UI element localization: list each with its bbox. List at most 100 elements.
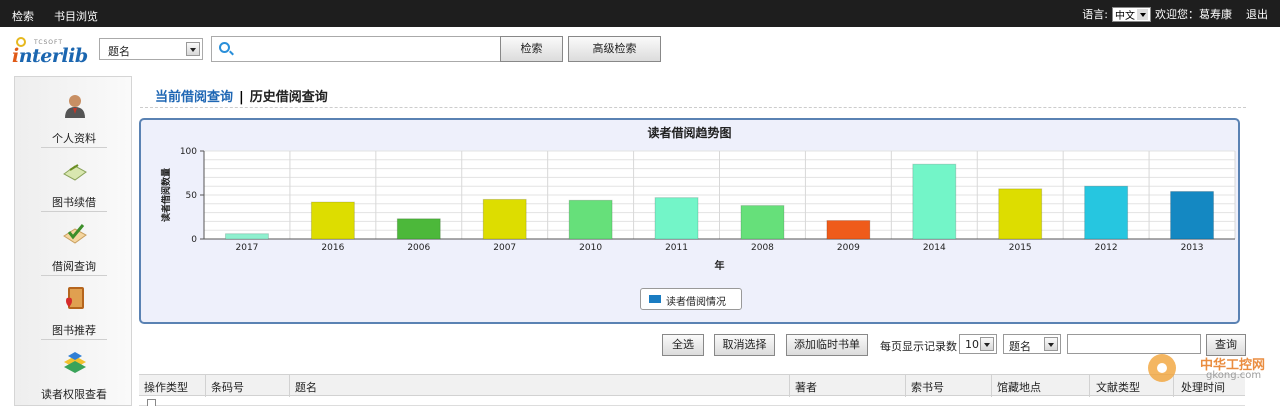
sidebar-item-profile[interactable]: 个人资料 — [15, 83, 133, 147]
filter-field-select[interactable]: 题名 — [1003, 334, 1061, 354]
gear-icon — [1148, 354, 1176, 382]
nav-search-link[interactable]: 检索 — [12, 8, 34, 24]
borrow-table-header: 操作类型 条码号 题名 著者 索书号 馆藏地点 文献类型 处理时间 — [139, 374, 1245, 397]
y-tick-label: 100 — [180, 147, 197, 157]
x-tick-label: 2012 — [1095, 243, 1118, 253]
sidebar-item-label: 个人资料 — [52, 132, 96, 145]
add-temp-list-button[interactable]: 添加临时书单 — [786, 334, 868, 356]
watermark-domain: gkong.com — [1206, 370, 1262, 381]
search-icon — [219, 42, 230, 53]
chart-legend[interactable]: 读者借阅情况 — [640, 288, 742, 310]
column-header-location[interactable]: 馆藏地点 — [997, 379, 1041, 395]
y-tick-label: 50 — [186, 191, 198, 201]
sidebar-item-label: 借阅查询 — [52, 260, 96, 273]
sidebar-item-permissions[interactable]: 读者权限查看 — [15, 339, 133, 403]
tab-separator: | — [239, 90, 244, 105]
bar — [998, 188, 1043, 240]
borrow-tabs: 当前借阅查询 | 历史借阅查询 — [155, 86, 328, 105]
x-tick-label: 2007 — [493, 243, 516, 253]
sidebar-item-recommend[interactable]: 图书推荐 — [15, 275, 133, 339]
divider — [140, 107, 1246, 108]
x-tick-label: 2013 — [1181, 243, 1204, 253]
borrow-trend-chart: 读者借阅趋势图 0 50 100 2017 2016 2006 2007 2010 2011 20… — [139, 118, 1240, 324]
row-checkbox[interactable] — [147, 399, 156, 406]
table-row — [139, 396, 1245, 406]
column-header-doc-type[interactable]: 文献类型 — [1096, 379, 1140, 395]
filter-query-input[interactable] — [1067, 334, 1201, 354]
x-tick-label: 2006 — [407, 243, 430, 253]
gkong-watermark: 中华工控网 gkong.com — [1148, 352, 1272, 386]
bar — [396, 218, 441, 240]
chevron-down-icon — [186, 42, 200, 56]
x-tick-label: 2009 — [837, 243, 860, 253]
bar — [912, 163, 957, 240]
bar — [482, 198, 527, 240]
x-axis-label: 年 — [715, 259, 725, 272]
sidebar-item-label: 图书推荐 — [52, 324, 96, 337]
chevron-down-icon — [980, 337, 994, 351]
top-navigation-bar: 检索 书目浏览 语言: 中文 欢迎您：葛寿康 退出 — [0, 0, 1280, 27]
x-tick-label: 2008 — [751, 243, 774, 253]
interlib-logo: TCSOFT interlib — [12, 37, 92, 69]
per-page-value: 10 — [965, 338, 979, 351]
filter-field-value: 题名 — [1009, 340, 1031, 353]
search-type-value: 题名 — [108, 45, 130, 58]
advanced-search-button[interactable]: 高级检索 — [568, 36, 661, 62]
search-input[interactable] — [211, 36, 501, 62]
per-page-select[interactable]: 10 — [959, 334, 997, 354]
x-tick-label: 2016 — [321, 243, 344, 253]
divider — [905, 375, 906, 397]
tab-history-borrow[interactable]: 历史借阅查询 — [250, 90, 328, 105]
bar — [1084, 185, 1129, 240]
x-tick-label: 2011 — [665, 243, 688, 253]
nav-catalog-browse-link[interactable]: 书目浏览 — [54, 8, 98, 24]
language-label: 语言: — [1082, 8, 1108, 21]
y-axis-label: 读者借阅数量 — [160, 168, 172, 222]
search-button[interactable]: 检索 — [500, 36, 563, 62]
bar — [1170, 190, 1215, 240]
chevron-down-icon — [1044, 337, 1058, 351]
chevron-down-icon — [1137, 8, 1148, 20]
divider — [289, 375, 290, 397]
search-type-select[interactable]: 题名 — [99, 38, 203, 60]
logout-link[interactable]: 退出 — [1246, 6, 1268, 22]
divider — [789, 375, 790, 397]
column-header-operation[interactable]: 操作类型 — [144, 379, 188, 395]
sidebar-item-label: 图书续借 — [52, 196, 96, 209]
search-header: TCSOFT interlib 题名 检索 高级检索 — [0, 27, 1280, 73]
select-all-button[interactable]: 全选 — [662, 334, 704, 356]
x-tick-label: 2017 — [236, 243, 259, 253]
welcome-text: 欢迎您：葛寿康 — [1155, 8, 1232, 21]
bar — [654, 197, 699, 240]
sidebar-item-renew[interactable]: 图书续借 — [15, 147, 133, 211]
x-tick-label: 2010 — [579, 243, 602, 253]
bar — [740, 205, 785, 240]
bar — [310, 201, 355, 240]
bar — [826, 220, 871, 240]
language-select-value: 中文 — [1115, 10, 1135, 22]
language-select[interactable]: 中文 — [1112, 6, 1151, 22]
user-area: 语言: 中文 欢迎您：葛寿康 退出 — [1082, 6, 1268, 22]
permission-icon — [64, 352, 86, 373]
divider — [1089, 375, 1090, 397]
logo-brand-text: interlib — [12, 45, 88, 67]
y-tick-label: 0 — [191, 235, 197, 245]
top-nav: 检索 书目浏览 — [12, 8, 98, 24]
bar — [568, 199, 613, 240]
cancel-select-button[interactable]: 取消选择 — [714, 334, 775, 356]
user-icon — [65, 95, 85, 118]
column-header-barcode[interactable]: 条码号 — [211, 379, 244, 395]
column-header-author[interactable]: 著者 — [795, 379, 817, 395]
column-header-call-number[interactable]: 索书号 — [911, 379, 944, 395]
per-page-label: 每页显示记录数 — [880, 340, 957, 353]
bar — [224, 233, 269, 240]
x-tick-label: 2015 — [1009, 243, 1032, 253]
sidebar: 个人资料 图书续借 借阅查询 图书推荐 读者权限查看 — [14, 76, 132, 406]
x-tick-label: 2014 — [923, 243, 946, 253]
column-header-title[interactable]: 题名 — [295, 379, 317, 395]
sidebar-item-borrow-query[interactable]: 借阅查询 — [15, 211, 133, 275]
divider — [991, 375, 992, 397]
tab-current-borrow[interactable]: 当前借阅查询 — [155, 90, 233, 105]
sidebar-item-label: 读者权限查看 — [41, 388, 107, 401]
divider — [205, 375, 206, 397]
